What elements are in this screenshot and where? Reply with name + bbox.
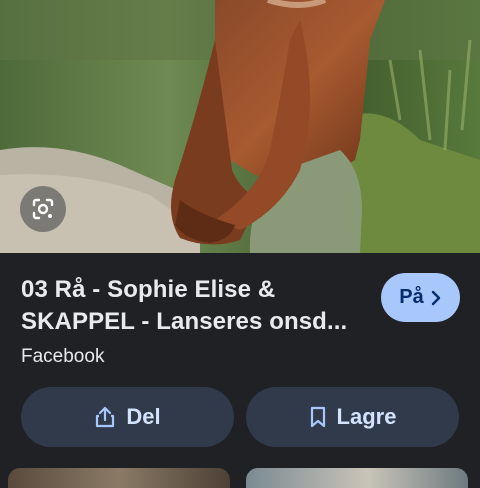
result-title-line-1: 03 Rå - Sophie Elise & <box>21 276 276 303</box>
share-button-label: Del <box>126 404 161 429</box>
related-image-thumbnail[interactable] <box>246 468 468 488</box>
save-button[interactable]: Lagre <box>246 387 459 447</box>
result-source: Facebook <box>21 346 105 367</box>
google-lens-icon <box>32 198 54 220</box>
save-button-label: Lagre <box>336 404 397 429</box>
result-title-line-2: SKAPPEL - Lanseres onsd... <box>21 308 348 335</box>
google-lens-button[interactable] <box>20 186 66 232</box>
visit-button-label: På <box>399 286 424 308</box>
visit-button[interactable]: På <box>381 273 460 322</box>
related-image-thumbnail[interactable] <box>8 468 230 488</box>
chevron-right-icon <box>430 290 442 306</box>
result-image[interactable] <box>0 0 480 253</box>
share-icon <box>94 405 116 429</box>
result-title[interactable]: 03 Rå - Sophie Elise & SKAPPEL - Lansere… <box>21 274 381 338</box>
share-button[interactable]: Del <box>21 387 234 447</box>
result-image-illustration <box>0 0 480 253</box>
bookmark-icon <box>309 405 327 429</box>
